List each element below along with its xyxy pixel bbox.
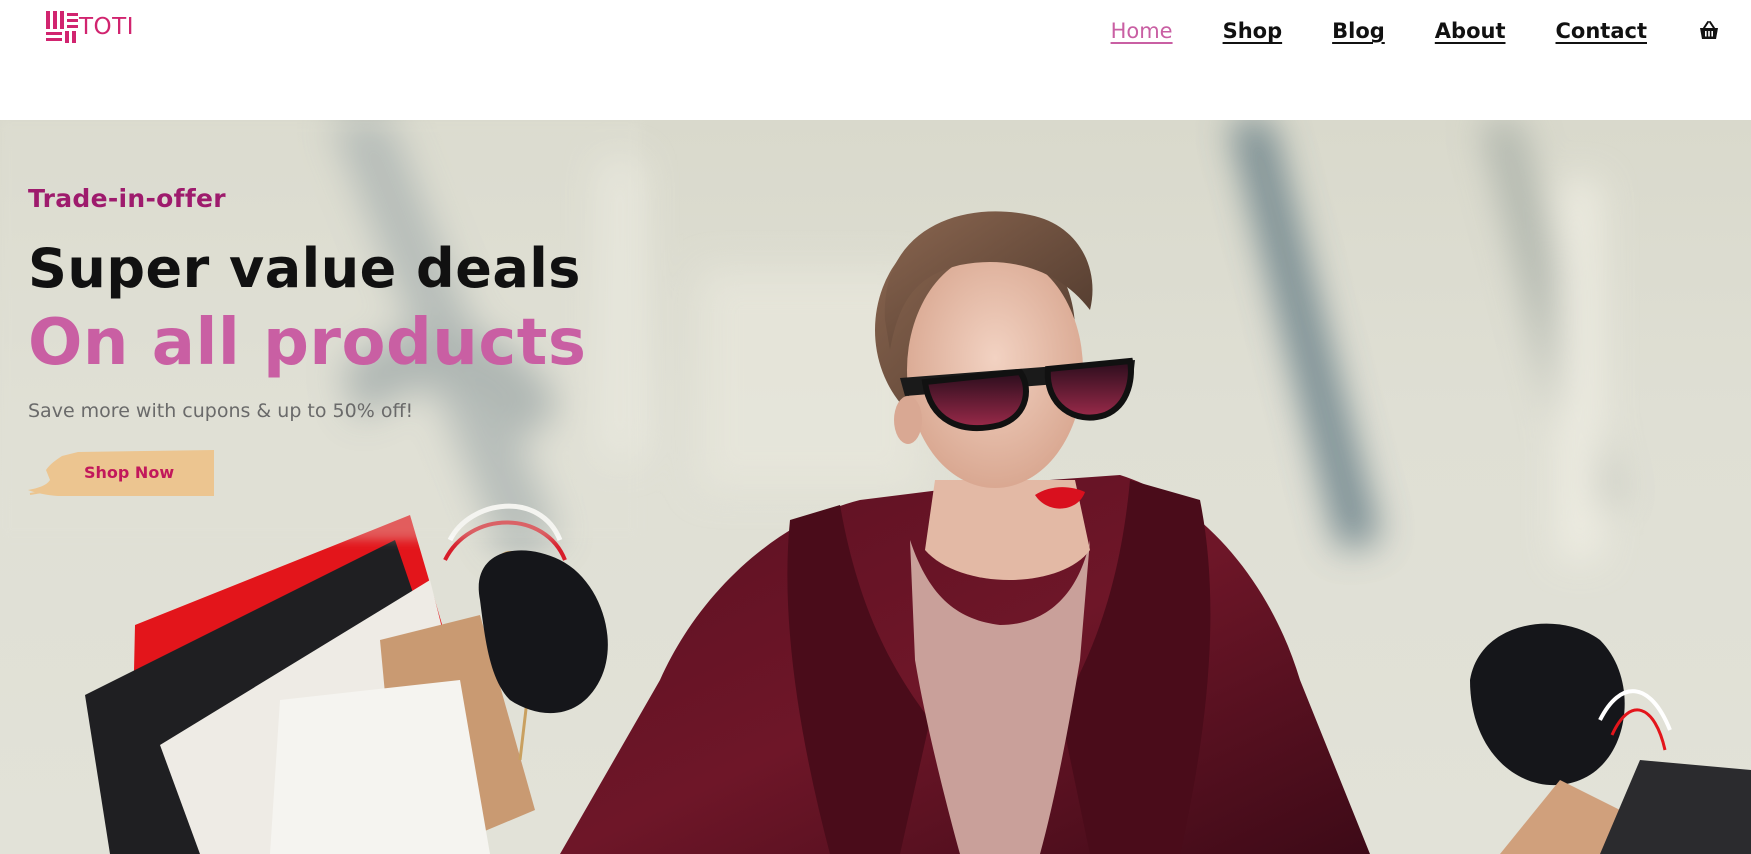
site-header: TOTI Home Shop Blog About Contact [0, 0, 1751, 120]
hero-eyebrow: Trade-in-offer [28, 184, 226, 213]
nav-link-blog[interactable]: Blog [1332, 14, 1385, 48]
nav-link-home[interactable]: Home [1111, 14, 1173, 48]
shop-now-button[interactable]: Shop Now [28, 450, 214, 496]
hero-headline: Super value deals [28, 237, 581, 300]
nav-link-shop[interactable]: Shop [1223, 14, 1283, 48]
nav-link-about[interactable]: About [1435, 14, 1506, 48]
nav-link-contact[interactable]: Contact [1556, 14, 1648, 48]
main-nav: Home Shop Blog About Contact [1061, 14, 1721, 48]
logo[interactable]: TOTI [46, 10, 134, 44]
logo-text: TOTI [79, 14, 134, 40]
hero-description: Save more with cupons & up to 50% off! [28, 400, 414, 422]
hero-content: Trade-in-offer Super value deals On all … [28, 182, 586, 496]
tri-bar-logo-icon [46, 11, 78, 43]
hero-subheadline: On all products [28, 306, 587, 380]
shopping-basket-icon[interactable] [1697, 19, 1721, 43]
hero-banner: Trade-in-offer Super value deals On all … [0, 120, 1751, 854]
shop-now-label: Shop Now [84, 463, 175, 482]
